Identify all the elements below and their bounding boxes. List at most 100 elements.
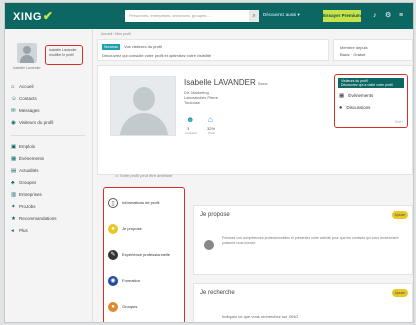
calendar-icon: ▦ bbox=[339, 93, 345, 99]
visitors-panel: Visiteurs du profil Découvrez qui a visi… bbox=[334, 74, 408, 128]
section-item-experience[interactable]: ✎ Expérience professionnelle bbox=[108, 250, 182, 264]
sidebar-item-jobs[interactable]: ▣ Emplois bbox=[11, 144, 89, 154]
profile-name-line: Isabelle LAVANDER Basic bbox=[184, 78, 268, 87]
sidebar-item-label: Plus bbox=[19, 228, 28, 233]
xing-logo[interactable]: XING✔ bbox=[13, 9, 53, 23]
document-icon: ▯ bbox=[108, 198, 118, 208]
browser-frame: XING✔ Personnes, entreprises, annonces, … bbox=[4, 2, 414, 323]
discover-dropdown[interactable]: Découvrez aussi ▾ bbox=[263, 12, 300, 18]
messages-icon: ✉ bbox=[11, 108, 16, 114]
block-text[interactable]: Indiquez ce que vous recherchez sur XING bbox=[222, 314, 402, 319]
visitors-panel-subtitle: Découvrez qui a visité votre profil bbox=[341, 83, 393, 87]
top-bar: XING✔ Personnes, entreprises, annonces, … bbox=[5, 3, 413, 29]
sidebar-item-news[interactable]: ▤ Actualités bbox=[11, 168, 89, 178]
search-block: Je recherche Ajouter Indiquez ce que vou… bbox=[193, 283, 413, 322]
block-title: Je propose bbox=[200, 212, 230, 218]
stat-contacts-label: Contacts bbox=[185, 131, 197, 135]
section-item-label: Groupes bbox=[122, 304, 138, 310]
profile-card: Isabelle LAVANDER Basic Dir. Marketing L… bbox=[97, 65, 413, 175]
sidebar-item-contacts[interactable]: ☺ Contacts bbox=[11, 96, 89, 106]
sidebar-item-groups[interactable]: ♣ Groupes bbox=[11, 180, 89, 190]
section-item-label: Expérience professionnelle bbox=[122, 252, 171, 258]
add-button[interactable]: Ajouter bbox=[392, 211, 408, 219]
section-item-offer[interactable]: ● Je propose bbox=[108, 224, 182, 238]
sidebar-item-home[interactable]: ⌂ Accueil bbox=[11, 84, 89, 94]
sidebar-item-label: Actualités bbox=[19, 168, 39, 173]
member-since: Membre depuis bbox=[340, 45, 368, 50]
profile-name: Isabelle LAVANDER bbox=[184, 78, 256, 87]
block-text[interactable]: Précisez vos compétences professionnelle… bbox=[222, 236, 402, 246]
logo-text: XING bbox=[13, 11, 42, 23]
sidebar-item-label: Recommandations bbox=[19, 216, 57, 221]
visitors-icon[interactable]: ⌂ bbox=[208, 116, 213, 124]
avatar[interactable] bbox=[17, 43, 37, 63]
sidebar-item-messages[interactable]: ✉ Messages bbox=[11, 108, 89, 118]
visitors-icon: ◉ bbox=[11, 120, 16, 126]
sidebar-item-label: Entreprises bbox=[19, 192, 42, 197]
sidebar-item-companies[interactable]: ▥ Entreprises bbox=[11, 192, 89, 202]
premium-button[interactable]: Essayer Premium bbox=[323, 10, 361, 22]
sidebar-item-recommendations[interactable]: ★ Recommandations bbox=[11, 216, 89, 226]
edit-profile-link[interactable]: Isabelle Lavander modifier le profil bbox=[45, 45, 83, 65]
groups-icon: ● bbox=[339, 105, 343, 111]
notice-title[interactable]: Vos visiteurs du profil bbox=[124, 44, 162, 49]
section-item-education[interactable]: ◉ Formation bbox=[108, 276, 182, 290]
section-item-label: Informations de profil bbox=[122, 200, 160, 206]
new-badge: Nouveau bbox=[102, 44, 120, 50]
sidebar-item-label: Accueil bbox=[19, 84, 34, 89]
bell-icon[interactable]: ♪ bbox=[373, 12, 377, 19]
membership-type[interactable]: Basic · Gratuit bbox=[340, 51, 406, 58]
panel-row-events[interactable]: ▦ Événements bbox=[339, 93, 373, 99]
jobs-icon: ▣ bbox=[11, 144, 17, 150]
panel-row-label: Discussions bbox=[346, 105, 371, 110]
home-icon: ⌂ bbox=[11, 84, 15, 90]
offer-block: Je propose Ajouter Précisez vos compéten… bbox=[193, 205, 413, 275]
add-button[interactable]: Ajouter bbox=[392, 289, 408, 297]
settings-icon[interactable]: ⚙ bbox=[385, 12, 391, 19]
sidebar-item-label: ProJobs bbox=[19, 204, 36, 209]
panel-row-discussions[interactable]: ● Discussions bbox=[339, 105, 370, 111]
search-input[interactable]: Personnes, entreprises, annonces, groupe… bbox=[125, 10, 255, 22]
section-item-profile-info[interactable]: ▯ Informations de profil bbox=[108, 198, 182, 212]
section-menu: ▯ Informations de profil ● Je propose ✎ Exp… bbox=[103, 187, 185, 322]
avatar-caption: Isabelle Lavander bbox=[13, 66, 41, 70]
stat-profile-label: Profil bbox=[208, 131, 215, 135]
sidebar-item-label: Visiteurs du profil bbox=[19, 120, 54, 125]
sidebar-item-more[interactable]: ◂ Plus bbox=[11, 228, 89, 238]
profile-tips[interactable]: ▭ Votre profil peut être amélioré bbox=[115, 173, 172, 178]
search-icon[interactable]: ⌕ bbox=[249, 10, 259, 22]
education-icon: ◉ bbox=[108, 276, 118, 286]
profile-photo[interactable] bbox=[110, 76, 176, 136]
section-item-groups[interactable]: ● Groupes bbox=[108, 302, 182, 316]
membership-status: Basic bbox=[257, 81, 268, 86]
more-icon[interactable]: ≡ bbox=[399, 12, 403, 19]
events-icon: ▦ bbox=[11, 156, 17, 162]
news-icon: ▤ bbox=[11, 168, 17, 174]
companies-icon: ▥ bbox=[11, 192, 17, 198]
main-content: Accueil › Mon profil Nouveau Vos visiteu… bbox=[93, 29, 413, 322]
profile-city: Toulouse bbox=[184, 100, 201, 105]
section-item-label: Je propose bbox=[122, 226, 142, 232]
sidebar-item-projobs[interactable]: ✦ ProJobs bbox=[11, 204, 89, 214]
left-sidebar: Isabelle Lavander Isabelle Lavander modi… bbox=[5, 29, 93, 322]
visitors-panel-header[interactable]: Visiteurs du profil Découvrez qui a visi… bbox=[338, 78, 404, 88]
sidebar-divider bbox=[11, 135, 85, 136]
offer-icon: ● bbox=[108, 224, 118, 234]
section-item-label: Formation bbox=[122, 278, 141, 284]
groups-icon: ♣ bbox=[11, 180, 15, 186]
sidebar-item-events[interactable]: ▦ Événements bbox=[11, 156, 89, 166]
tips-text: Votre profil peut être amélioré bbox=[119, 173, 173, 178]
block-title: Je recherche bbox=[200, 290, 235, 296]
experience-icon: ✎ bbox=[108, 250, 118, 260]
offer-icon bbox=[204, 240, 214, 250]
notice-banner: Nouveau Vos visiteurs du profil Découvre… bbox=[97, 39, 329, 61]
contacts-icon[interactable]: ☻ bbox=[186, 116, 194, 124]
breadcrumb[interactable]: Accueil › Mon profil bbox=[101, 32, 131, 36]
sidebar-item-label: Groupes bbox=[19, 180, 37, 185]
sidebar-item-visitors[interactable]: ◉ Visiteurs du profil bbox=[11, 120, 89, 130]
panel-more-link[interactable]: Voir › bbox=[395, 120, 403, 124]
sidebar-item-label: Emplois bbox=[19, 144, 36, 149]
logo-mark-icon: ✔ bbox=[42, 9, 54, 23]
more-icon: ◂ bbox=[11, 228, 14, 234]
notice-text: Découvrez qui consulte votre profil et o… bbox=[102, 53, 211, 58]
